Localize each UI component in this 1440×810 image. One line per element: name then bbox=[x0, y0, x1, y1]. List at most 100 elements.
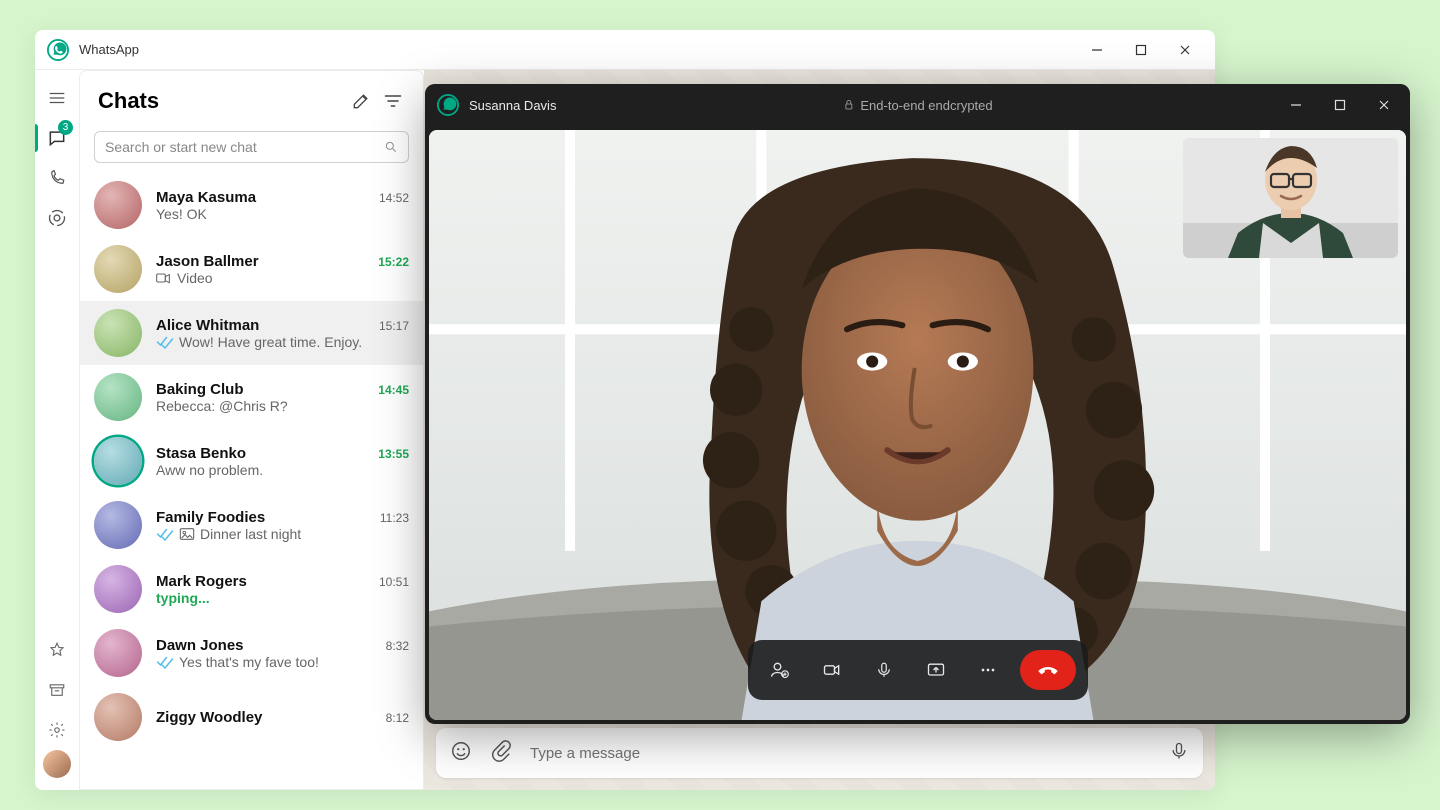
nav-chats[interactable]: 3 bbox=[35, 118, 79, 158]
double-check-icon bbox=[156, 527, 174, 541]
chat-item[interactable]: Maya Kasuma14:52Yes! OK bbox=[80, 173, 423, 237]
current-user-avatar[interactable] bbox=[43, 750, 71, 778]
more-options-button[interactable] bbox=[968, 650, 1008, 690]
chats-badge: 3 bbox=[58, 120, 73, 135]
nav-settings[interactable] bbox=[35, 710, 79, 750]
attach-button[interactable] bbox=[490, 740, 512, 767]
hangup-button[interactable] bbox=[1020, 650, 1076, 690]
video-icon bbox=[822, 660, 842, 680]
image-icon bbox=[179, 527, 195, 541]
share-screen-button[interactable] bbox=[916, 650, 956, 690]
call-remote-name: Susanna Davis bbox=[469, 98, 556, 113]
close-button[interactable] bbox=[1163, 30, 1207, 70]
hangup-icon bbox=[1035, 657, 1061, 683]
search-icon bbox=[384, 140, 398, 154]
chat-preview: Wow! Have great time. Enjoy. bbox=[156, 334, 409, 350]
chat-name: Stasa Benko bbox=[156, 445, 378, 462]
chat-preview: Rebecca: @Chris R? bbox=[156, 398, 409, 414]
search-box[interactable] bbox=[94, 131, 409, 163]
chat-time: 14:52 bbox=[379, 191, 409, 205]
message-input[interactable] bbox=[530, 745, 1151, 762]
chat-list-panel: Chats Maya Kasuma14:52Yes! OKJason Ballm… bbox=[79, 70, 424, 790]
chat-time: 15:17 bbox=[379, 319, 409, 333]
whatsapp-icon bbox=[47, 39, 69, 61]
toggle-video-button[interactable] bbox=[812, 650, 852, 690]
encryption-label: End-to-end endcrypted bbox=[860, 98, 992, 113]
chat-item[interactable]: Dawn Jones8:32Yes that's my fave too! bbox=[80, 621, 423, 685]
chat-item[interactable]: Family Foodies11:23Dinner last night bbox=[80, 493, 423, 557]
minimize-button[interactable] bbox=[1075, 30, 1119, 70]
chat-name: Baking Club bbox=[156, 381, 378, 398]
app-title: WhatsApp bbox=[79, 42, 139, 57]
avatar bbox=[94, 181, 142, 229]
chat-name: Alice Whitman bbox=[156, 317, 379, 334]
archive-icon bbox=[48, 681, 66, 699]
chat-time: 8:32 bbox=[386, 639, 409, 653]
status-ring-icon bbox=[47, 208, 67, 228]
chat-name: Jason Ballmer bbox=[156, 253, 378, 270]
chat-preview: Video bbox=[156, 270, 409, 286]
avatar bbox=[94, 245, 142, 293]
video-call-window: Susanna Davis End-to-end endcrypted bbox=[425, 84, 1410, 724]
emoji-button[interactable] bbox=[450, 740, 472, 767]
call-controls bbox=[748, 640, 1088, 700]
double-check-icon bbox=[156, 655, 174, 669]
paperclip-icon bbox=[490, 740, 512, 762]
search-input[interactable] bbox=[105, 139, 376, 155]
avatar bbox=[94, 501, 142, 549]
double-check-icon bbox=[156, 335, 174, 349]
microphone-icon bbox=[1169, 741, 1189, 761]
phone-icon bbox=[48, 169, 66, 187]
chat-preview: Aww no problem. bbox=[156, 462, 409, 478]
chat-time: 13:55 bbox=[378, 447, 409, 461]
chat-preview: Yes that's my fave too! bbox=[156, 654, 409, 670]
call-minimize-button[interactable] bbox=[1274, 84, 1318, 126]
chat-item[interactable]: Baking Club14:45Rebecca: @Chris R? bbox=[80, 365, 423, 429]
chat-time: 14:45 bbox=[378, 383, 409, 397]
chat-name: Maya Kasuma bbox=[156, 189, 379, 206]
chat-item[interactable]: Jason Ballmer15:22Video bbox=[80, 237, 423, 301]
chat-preview: typing... bbox=[156, 590, 409, 606]
emoji-icon bbox=[450, 740, 472, 762]
chat-time: 15:22 bbox=[378, 255, 409, 269]
chat-name: Family Foodies bbox=[156, 509, 380, 526]
compose-icon bbox=[351, 91, 371, 111]
avatar bbox=[94, 629, 142, 677]
filter-button[interactable] bbox=[377, 85, 409, 117]
chat-preview: Dinner last night bbox=[156, 526, 409, 542]
chat-list: Maya Kasuma14:52Yes! OKJason Ballmer15:2… bbox=[80, 173, 423, 789]
chat-time: 11:23 bbox=[380, 511, 409, 525]
toggle-mic-button[interactable] bbox=[864, 650, 904, 690]
nav-rail: 3 bbox=[35, 70, 79, 790]
menu-button[interactable] bbox=[35, 78, 79, 118]
whatsapp-icon bbox=[437, 94, 459, 116]
hamburger-icon bbox=[48, 89, 66, 107]
new-chat-button[interactable] bbox=[345, 85, 377, 117]
add-person-icon bbox=[770, 660, 790, 680]
microphone-icon bbox=[875, 661, 893, 679]
chat-item[interactable]: Ziggy Woodley8:12 bbox=[80, 685, 423, 749]
self-preview[interactable] bbox=[1183, 138, 1398, 258]
message-composer bbox=[436, 728, 1203, 778]
call-close-button[interactable] bbox=[1362, 84, 1406, 126]
avatar bbox=[94, 309, 142, 357]
nav-status[interactable] bbox=[35, 198, 79, 238]
call-maximize-button[interactable] bbox=[1318, 84, 1362, 126]
chat-item[interactable]: Mark Rogers10:51typing... bbox=[80, 557, 423, 621]
chat-preview: Yes! OK bbox=[156, 206, 409, 222]
avatar bbox=[94, 437, 142, 485]
more-horizontal-icon bbox=[978, 660, 998, 680]
nav-calls[interactable] bbox=[35, 158, 79, 198]
lock-icon bbox=[842, 99, 854, 111]
avatar bbox=[94, 693, 142, 741]
filter-icon bbox=[383, 91, 403, 111]
nav-starred[interactable] bbox=[35, 630, 79, 670]
chat-time: 8:12 bbox=[386, 711, 409, 725]
nav-archived[interactable] bbox=[35, 670, 79, 710]
mic-button[interactable] bbox=[1169, 741, 1189, 766]
chat-name: Ziggy Woodley bbox=[156, 709, 386, 726]
maximize-button[interactable] bbox=[1119, 30, 1163, 70]
chat-item[interactable]: Stasa Benko13:55Aww no problem. bbox=[80, 429, 423, 493]
add-participant-button[interactable] bbox=[760, 650, 800, 690]
chat-item[interactable]: Alice Whitman15:17Wow! Have great time. … bbox=[80, 301, 423, 365]
